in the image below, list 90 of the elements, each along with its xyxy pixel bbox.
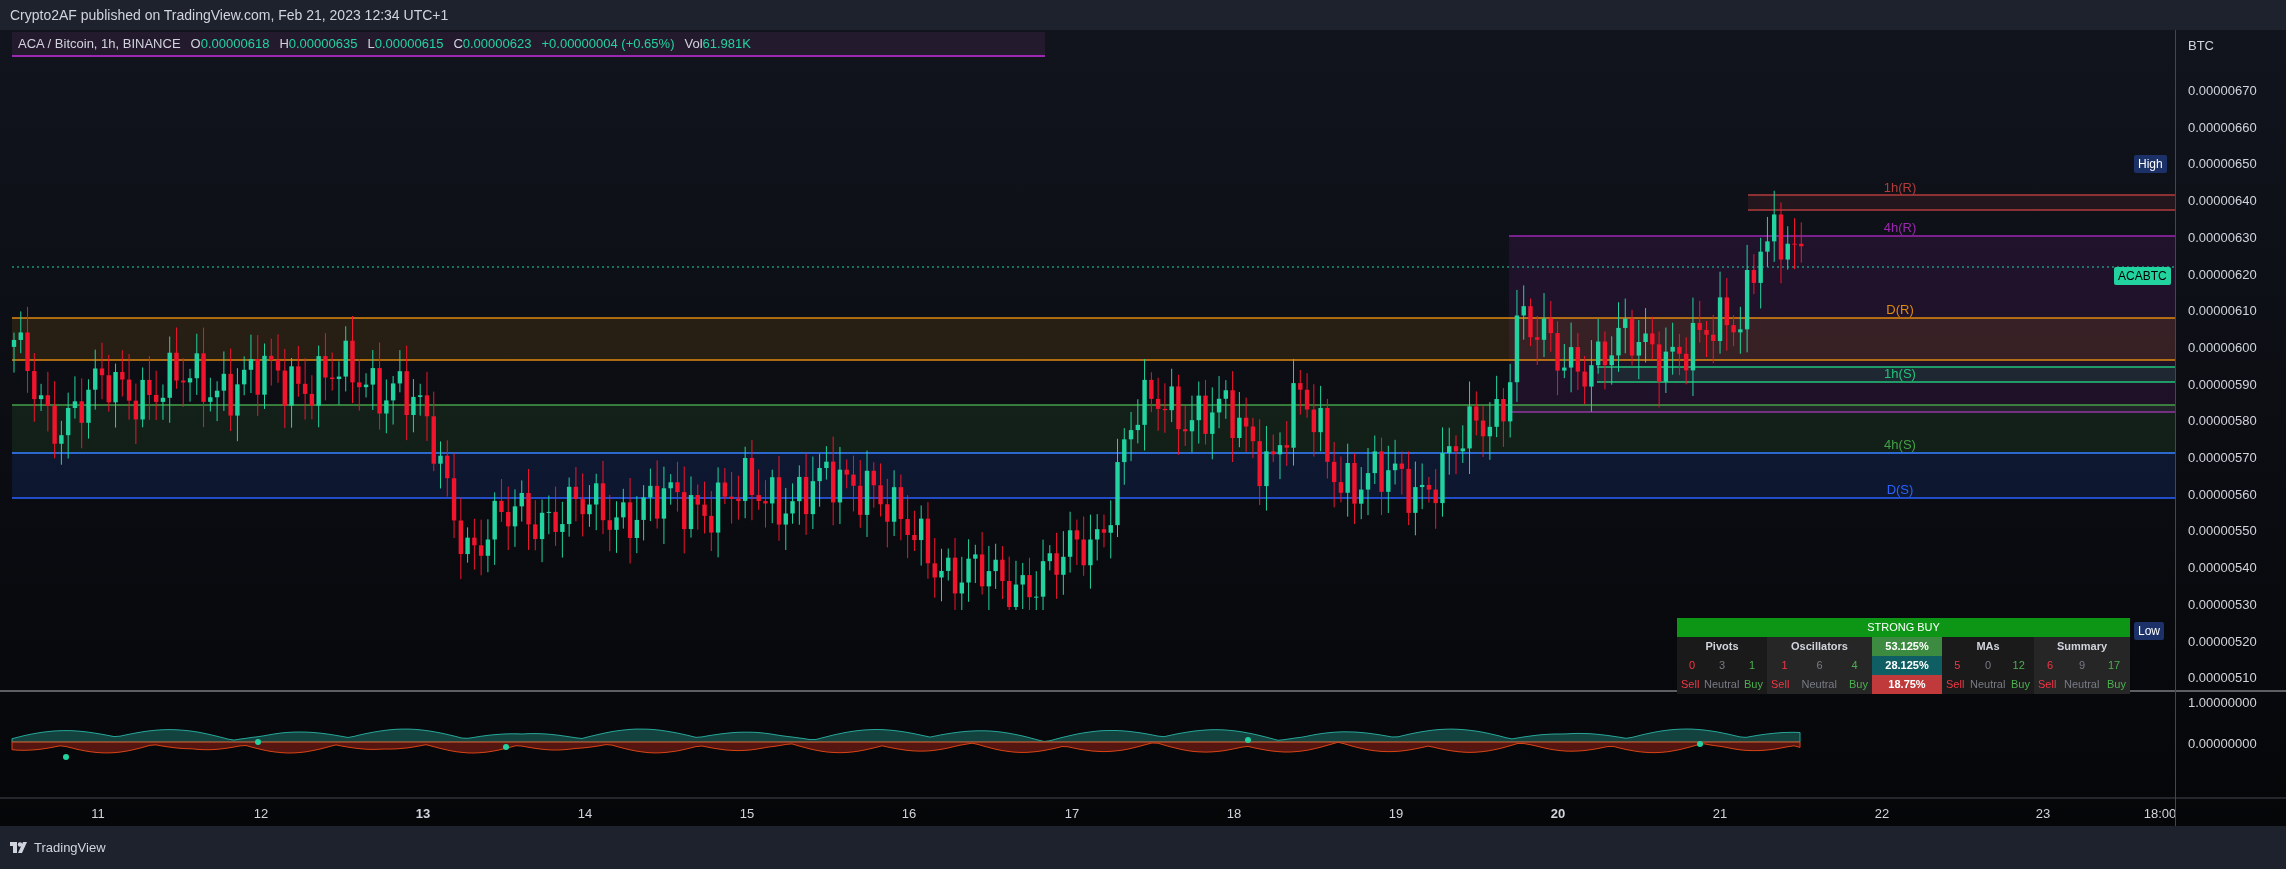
zone-label: 1h(R) [1883,180,1917,195]
time-label: 17 [1064,806,1080,821]
sell-count: 5 [1953,658,1962,674]
time-label: 23 [2035,806,2051,821]
price-tick: 0.00000510 [2188,670,2257,686]
time-label: 18:00 [2143,806,2175,821]
sell-label: Sell [2038,677,2057,693]
buy-label: Buy [1744,677,1763,693]
buy-label: Buy [1849,677,1868,693]
ohlc-label: O [190,35,201,51]
group-heading: Summary [2055,639,2109,655]
zone-label: D(S) [1886,482,1914,497]
sell-label: Sell [1771,677,1790,693]
neutral-label: Neutral [1968,677,2007,693]
ohlc-label: C [453,35,463,51]
time-label: 19 [1388,806,1404,821]
price-tick: 0.00000670 [2188,83,2257,98]
percentage-cell: 28.125% [1872,656,1942,675]
time-label: 14 [577,806,593,821]
neutral-count: 3 [1717,658,1727,674]
indicator-tick: 0.00000000 [2188,736,2257,751]
time-label: 16 [901,806,917,821]
buy-count: 4 [1850,658,1859,674]
buy-count: 1 [1747,658,1757,674]
logo-icon [10,841,30,854]
ohlc-value: 0.00000615 [374,35,444,51]
neutral-label: Neutral [1703,677,1741,693]
indicator-tick: 1.00000000 [2188,695,2257,710]
neutral-count: 0 [1983,658,1993,674]
zone-label: 4h(R) [1883,220,1917,235]
volume-value: 61.981K [702,35,751,51]
price-badge: High [2134,155,2167,173]
ohlc-value: 0.00000618 [200,35,270,51]
price-tick: 0.00000520 [2188,633,2257,649]
sell-count: 0 [1687,658,1697,674]
price-tick: 0.00000620 [2188,266,2257,282]
zone-label: D(R) [1886,302,1914,317]
price-tick: 0.00000630 [2188,229,2257,245]
buy-count: 12 [2011,658,2026,674]
ohlc-label: H [279,35,289,51]
price-tick: 0.00000540 [2188,560,2257,576]
time-label: 20 [1550,806,1566,821]
buy-label: Buy [2011,677,2030,693]
time-label: 15 [739,806,755,821]
neutral-label: Neutral [1800,677,1838,693]
zone-label: 4h(S) [1884,437,1916,452]
group-heading: Oscillators [1790,639,1849,655]
buy-label: Buy [2107,677,2126,693]
currency-label: BTC [2188,38,2214,53]
brand-logo-link[interactable]: TradingView [10,837,106,858]
sell-label: Sell [1946,677,1965,693]
price-tick: 0.00000580 [2188,413,2257,429]
time-label: 13 [415,806,431,821]
time-label: 21 [1712,806,1728,821]
zone-label: 1h(S) [1884,366,1916,381]
price-tick: 0.00000560 [2188,486,2257,502]
sell-count: 6 [2045,658,2055,674]
group-heading: MAs [1975,639,2001,655]
price-tick: 0.00000650 [2188,156,2257,172]
ohlc-value: 0.00000635 [288,35,358,51]
neutral-count: 6 [1815,658,1824,674]
neutral-label: Neutral [2062,677,2101,693]
price-tick: 0.00000660 [2188,119,2257,135]
price-badge: ACABTC [2114,267,2171,285]
price-tick: 0.00000600 [2188,339,2257,355]
time-label: 18 [1226,806,1242,821]
percentage-cell: 53.125% [1872,637,1942,656]
time-label: 11 [91,806,105,821]
publisher-line: Crypto2AF published on TradingView.com, Feb 21, 2023 12:34 UTC+1 [10,5,449,25]
percentage-cell: 18.75% [1872,675,1942,694]
volume-label: Vol [684,35,703,51]
price-tick: 0.00000640 [2188,193,2257,209]
rating-title: STRONG BUY [1677,618,2130,637]
ohlc-label: L [367,35,375,51]
price-tick: 0.00000610 [2188,303,2257,319]
sell-label: Sell [1681,677,1700,693]
symbol-title: ACA / Bitcoin, 1h, BINANCE [18,34,181,53]
time-label: 22 [1874,806,1890,821]
price-tick: 0.00000550 [2188,523,2257,539]
price-tick: 0.00000530 [2188,596,2257,612]
ohlc-value: 0.00000623 [462,35,532,51]
time-label: 12 [253,806,269,821]
price-tick: 0.00000590 [2188,376,2257,392]
neutral-count: 9 [2077,658,2087,674]
buy-count: 17 [2106,658,2122,674]
group-heading: Pivots [1704,639,1740,655]
price-tick: 0.00000570 [2188,450,2257,465]
price-badge: Low [2134,622,2164,640]
price-change: +0.00000004 (+0.65%) [541,34,675,53]
sell-count: 1 [1780,658,1789,674]
